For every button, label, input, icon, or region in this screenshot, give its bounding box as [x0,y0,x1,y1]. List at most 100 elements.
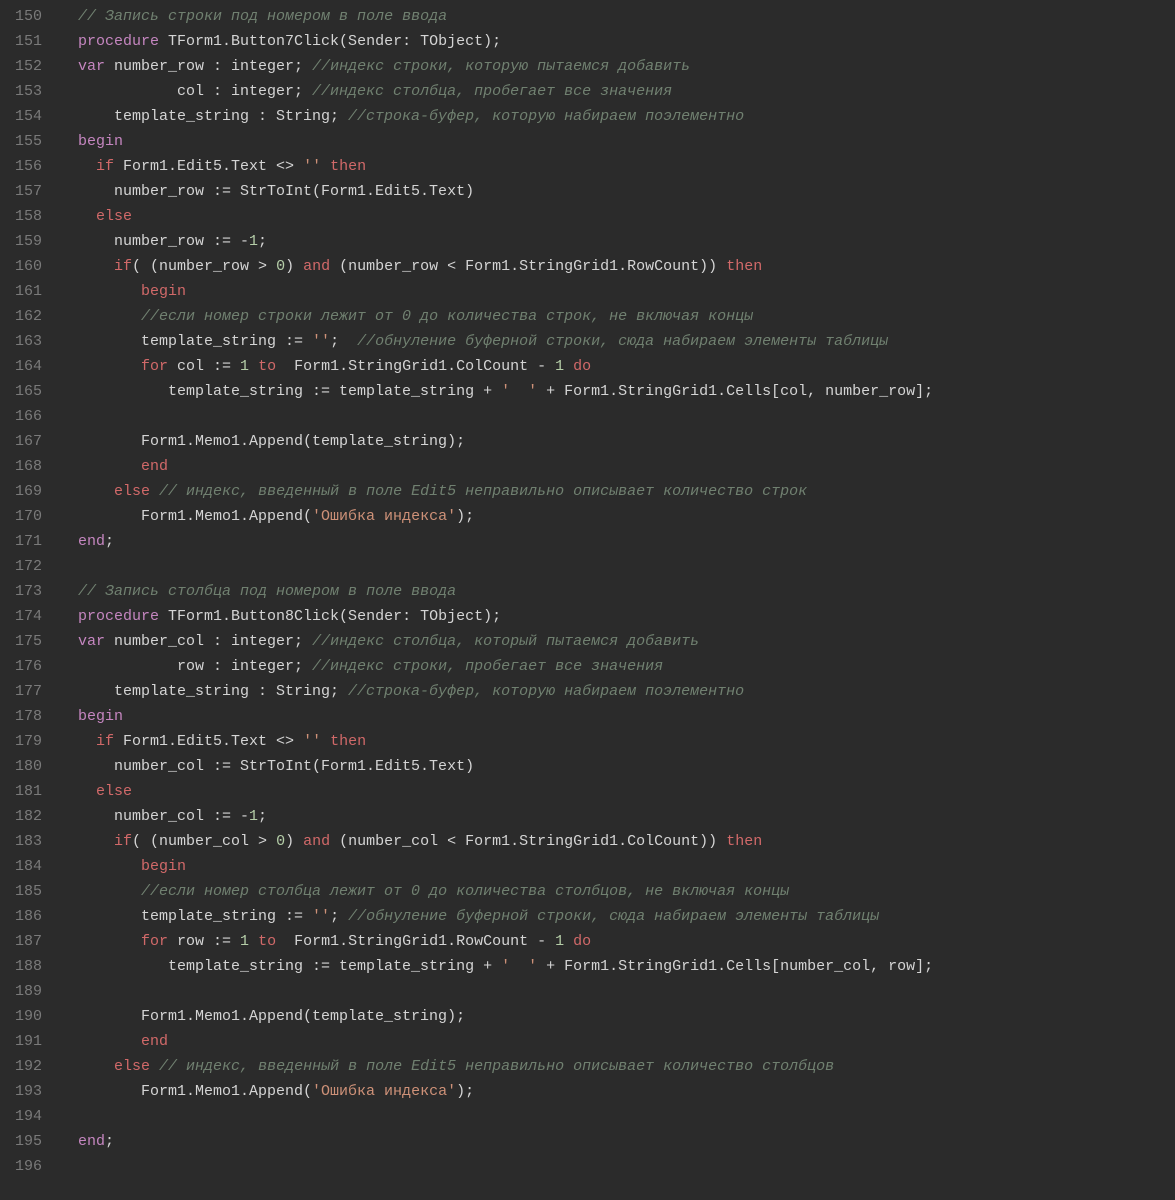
token-text [249,933,258,950]
code-line[interactable]: begin [60,129,1175,154]
line-number: 150 [4,4,42,29]
line-number-gutter: 1501511521531541551561571581591601611621… [0,0,52,1183]
line-number: 190 [4,1004,42,1029]
line-number: 174 [4,604,42,629]
token-text [60,483,114,500]
token-comment: //если номер строки лежит от 0 до количе… [141,308,753,325]
token-str: ' ' [501,383,537,400]
token-text: (number_row < Form1.StringGrid1.RowCount… [330,258,726,275]
token-comment: //индекс строки, пробегает все значения [312,658,663,675]
code-line[interactable]: else // индекс, введенный в поле Edit5 н… [60,1054,1175,1079]
token-comment: //обнуление буферной строки, сюда набира… [357,333,888,350]
token-text: (number_col < Form1.StringGrid1.ColCount… [330,833,726,850]
token-kw-red: for [141,358,168,375]
code-line[interactable]: begin [60,854,1175,879]
token-kw: begin [78,708,123,725]
code-line[interactable]: if( (number_row > 0) and (number_row < F… [60,254,1175,279]
code-line[interactable] [60,404,1175,429]
line-number: 188 [4,954,42,979]
code-line[interactable]: col : integer; //индекс столбца, пробега… [60,79,1175,104]
code-line[interactable]: //если номер столбца лежит от 0 до колич… [60,879,1175,904]
code-line[interactable]: template_string := ''; //обнуление буфер… [60,329,1175,354]
code-line[interactable]: end; [60,529,1175,554]
code-line[interactable]: else [60,779,1175,804]
code-line[interactable]: for row := 1 to Form1.StringGrid1.RowCou… [60,929,1175,954]
code-line[interactable] [60,979,1175,1004]
code-line[interactable] [60,1154,1175,1179]
line-number: 159 [4,229,42,254]
code-line[interactable]: var number_row : integer; //индекс строк… [60,54,1175,79]
code-line[interactable]: template_string : String; //строка-буфер… [60,104,1175,129]
code-line[interactable]: else [60,204,1175,229]
token-kw: end [78,533,105,550]
code-line[interactable]: for col := 1 to Form1.StringGrid1.ColCou… [60,354,1175,379]
token-text: Form1.Edit5.Text <> [114,733,303,750]
token-text: Form1.Memo1.Append( [60,508,312,525]
code-area[interactable]: // Запись строки под номером в поле ввод… [52,0,1175,1183]
token-text [60,358,141,375]
token-kw: procedure [78,33,159,50]
token-text: row : integer; [60,658,312,675]
token-text [60,633,78,650]
code-line[interactable]: number_col := -1; [60,804,1175,829]
code-line[interactable] [60,554,1175,579]
code-line[interactable]: begin [60,279,1175,304]
token-num: 0 [276,258,285,275]
line-number: 185 [4,879,42,904]
line-number: 176 [4,654,42,679]
code-line[interactable]: template_string : String; //строка-буфер… [60,679,1175,704]
code-line[interactable]: end [60,454,1175,479]
code-line[interactable]: if( (number_col > 0) and (number_col < F… [60,829,1175,854]
token-text: col := [168,358,240,375]
code-line[interactable]: row : integer; //индекс строки, пробегае… [60,654,1175,679]
token-text [60,283,141,300]
token-text: + Form1.StringGrid1.Cells[col, number_ro… [537,383,933,400]
token-kw-red: else [96,783,132,800]
token-kw-red: then [726,258,762,275]
code-line[interactable]: end [60,1029,1175,1054]
line-number: 175 [4,629,42,654]
code-line[interactable]: // Запись столбца под номером в поле вво… [60,579,1175,604]
token-text: ; [330,333,357,350]
code-line[interactable]: begin [60,704,1175,729]
code-line[interactable]: procedure TForm1.Button7Click(Sender: TO… [60,29,1175,54]
code-line[interactable]: var number_col : integer; //индекс столб… [60,629,1175,654]
code-line[interactable]: if Form1.Edit5.Text <> '' then [60,154,1175,179]
token-kw-red: do [573,933,591,950]
code-line[interactable] [60,1104,1175,1129]
line-number: 179 [4,729,42,754]
token-kw-red: if [114,833,132,850]
code-line[interactable]: Form1.Memo1.Append(template_string); [60,429,1175,454]
code-line[interactable]: else // индекс, введенный в поле Edit5 н… [60,479,1175,504]
token-str: '' [303,733,321,750]
token-text [150,1058,159,1075]
code-line[interactable]: Form1.Memo1.Append('Ошибка индекса'); [60,504,1175,529]
code-line[interactable]: number_row := StrToInt(Form1.Edit5.Text) [60,179,1175,204]
token-text [321,158,330,175]
code-line[interactable]: //если номер строки лежит от 0 до количе… [60,304,1175,329]
code-line[interactable]: number_row := -1; [60,229,1175,254]
code-line[interactable]: number_col := StrToInt(Form1.Edit5.Text) [60,754,1175,779]
line-number: 184 [4,854,42,879]
code-line[interactable]: Form1.Memo1.Append('Ошибка индекса'); [60,1079,1175,1104]
token-text: template_string := template_string + [60,958,501,975]
token-text: number_row := - [60,233,249,250]
code-line[interactable]: template_string := template_string + ' '… [60,379,1175,404]
line-number: 187 [4,929,42,954]
code-line[interactable]: if Form1.Edit5.Text <> '' then [60,729,1175,754]
token-text: Form1.StringGrid1.ColCount - [276,358,555,375]
token-text: Form1.Memo1.Append(template_string); [60,1008,465,1025]
code-line[interactable]: template_string := template_string + ' '… [60,954,1175,979]
code-line[interactable]: end; [60,1129,1175,1154]
token-text: number_row : integer; [105,58,312,75]
code-line[interactable]: Form1.Memo1.Append(template_string); [60,1004,1175,1029]
token-num: 1 [240,358,249,375]
code-editor[interactable]: 1501511521531541551561571581591601611621… [0,0,1175,1183]
code-line[interactable]: // Запись строки под номером в поле ввод… [60,4,1175,29]
token-comment: //строка-буфер, которую набираем поэлеме… [348,683,744,700]
token-num: 1 [240,933,249,950]
line-number: 192 [4,1054,42,1079]
line-number: 161 [4,279,42,304]
code-line[interactable]: template_string := ''; //обнуление буфер… [60,904,1175,929]
code-line[interactable]: procedure TForm1.Button8Click(Sender: TO… [60,604,1175,629]
